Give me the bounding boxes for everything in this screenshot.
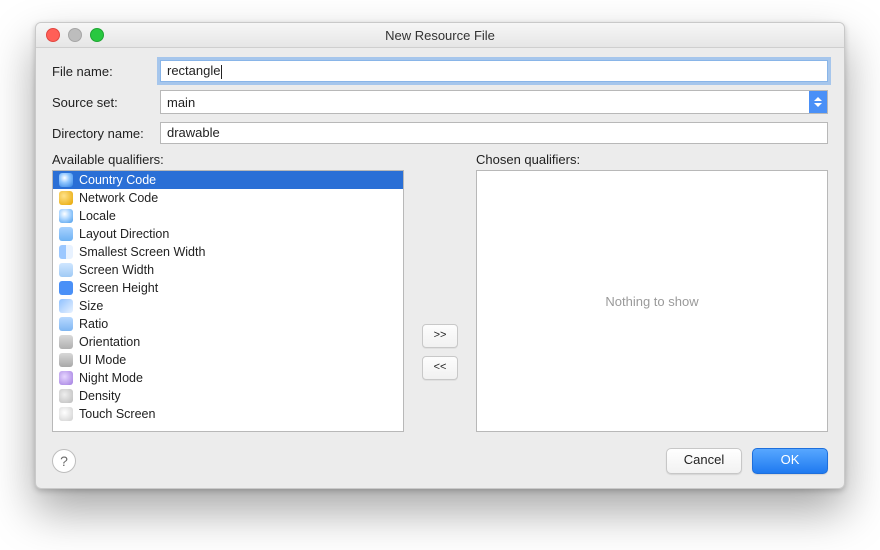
dialog-footer: ? Cancel OK <box>52 448 828 474</box>
qualifier-item-size[interactable]: Size <box>53 297 403 315</box>
ok-button[interactable]: OK <box>752 448 828 474</box>
titlebar: New Resource File <box>36 23 844 48</box>
file-name-input[interactable]: rectangle <box>160 60 828 82</box>
qualifier-item-smallest-screen-width[interactable]: Smallest Screen Width <box>53 243 403 261</box>
directory-value: drawable <box>167 125 220 140</box>
orientation-icon <box>59 335 73 349</box>
chosen-listbox[interactable]: Nothing to show <box>476 170 828 432</box>
file-name-value: rectangle <box>167 63 220 78</box>
text-caret <box>221 65 222 79</box>
source-set-value: main <box>167 95 195 110</box>
qualifier-label: Smallest Screen Width <box>79 243 205 261</box>
qualifier-item-network-code[interactable]: Network Code <box>53 189 403 207</box>
window-controls <box>46 28 104 42</box>
qualifier-label: Size <box>79 297 103 315</box>
screen-width-icon <box>59 263 73 277</box>
move-left-button[interactable]: << <box>422 356 458 380</box>
qualifier-label: UI Mode <box>79 351 126 369</box>
size-icon <box>59 299 73 313</box>
night-mode-icon <box>59 371 73 385</box>
qualifier-label: Screen Height <box>79 279 158 297</box>
ratio-icon <box>59 317 73 331</box>
window-title: New Resource File <box>36 28 844 43</box>
dialog-window: New Resource File File name: rectangle S… <box>35 22 845 489</box>
move-buttons-column: >> << <box>404 152 476 432</box>
cancel-button[interactable]: Cancel <box>666 448 742 474</box>
density-icon <box>59 389 73 403</box>
row-file-name: File name: rectangle <box>52 60 828 82</box>
smallest-screen-width-icon <box>59 245 73 259</box>
qualifier-label: Network Code <box>79 189 158 207</box>
qualifier-item-country-code[interactable]: Country Code <box>53 171 403 189</box>
qualifier-item-layout-direction[interactable]: Layout Direction <box>53 225 403 243</box>
qualifier-label: Density <box>79 387 121 405</box>
qualifier-item-density[interactable]: Density <box>53 387 403 405</box>
move-right-button[interactable]: >> <box>422 324 458 348</box>
qualifier-label: Orientation <box>79 333 140 351</box>
ui-mode-icon <box>59 353 73 367</box>
qualifier-item-orientation[interactable]: Orientation <box>53 333 403 351</box>
touch-screen-icon <box>59 407 73 421</box>
dialog-content: File name: rectangle Source set: main Di… <box>36 48 844 488</box>
country-code-icon <box>59 173 73 187</box>
qualifier-item-screen-width[interactable]: Screen Width <box>53 261 403 279</box>
qualifier-label: Ratio <box>79 315 108 333</box>
chosen-column: Chosen qualifiers: Nothing to show <box>476 152 828 432</box>
qualifier-item-touch-screen[interactable]: Touch Screen <box>53 405 403 423</box>
chosen-empty-text: Nothing to show <box>605 294 698 309</box>
minimize-icon <box>68 28 82 42</box>
qualifier-label: Night Mode <box>79 369 143 387</box>
source-set-select[interactable]: main <box>160 90 828 114</box>
qualifier-label: Locale <box>79 207 116 225</box>
qualifier-item-night-mode[interactable]: Night Mode <box>53 369 403 387</box>
row-directory: Directory name: drawable <box>52 122 828 144</box>
available-heading: Available qualifiers: <box>52 152 404 167</box>
available-column: Available qualifiers: Country CodeNetwor… <box>52 152 404 432</box>
layout-direction-icon <box>59 227 73 241</box>
help-button[interactable]: ? <box>52 449 76 473</box>
chevron-up-down-icon <box>809 91 827 113</box>
qualifier-label: Layout Direction <box>79 225 169 243</box>
screen-height-icon <box>59 281 73 295</box>
qualifier-label: Screen Width <box>79 261 154 279</box>
zoom-icon[interactable] <box>90 28 104 42</box>
qualifier-item-ui-mode[interactable]: UI Mode <box>53 351 403 369</box>
qualifier-columns: Available qualifiers: Country CodeNetwor… <box>52 152 828 432</box>
label-source-set: Source set: <box>52 95 160 110</box>
network-code-icon <box>59 191 73 205</box>
available-listbox[interactable]: Country CodeNetwork CodeLocaleLayout Dir… <box>52 170 404 432</box>
label-directory: Directory name: <box>52 126 160 141</box>
chosen-heading: Chosen qualifiers: <box>476 152 828 167</box>
qualifier-label: Touch Screen <box>79 405 155 423</box>
qualifier-label: Country Code <box>79 171 156 189</box>
qualifier-item-ratio[interactable]: Ratio <box>53 315 403 333</box>
directory-input[interactable]: drawable <box>160 122 828 144</box>
locale-icon <box>59 209 73 223</box>
row-source-set: Source set: main <box>52 90 828 114</box>
label-file-name: File name: <box>52 64 160 79</box>
qualifier-item-locale[interactable]: Locale <box>53 207 403 225</box>
qualifier-item-screen-height[interactable]: Screen Height <box>53 279 403 297</box>
close-icon[interactable] <box>46 28 60 42</box>
